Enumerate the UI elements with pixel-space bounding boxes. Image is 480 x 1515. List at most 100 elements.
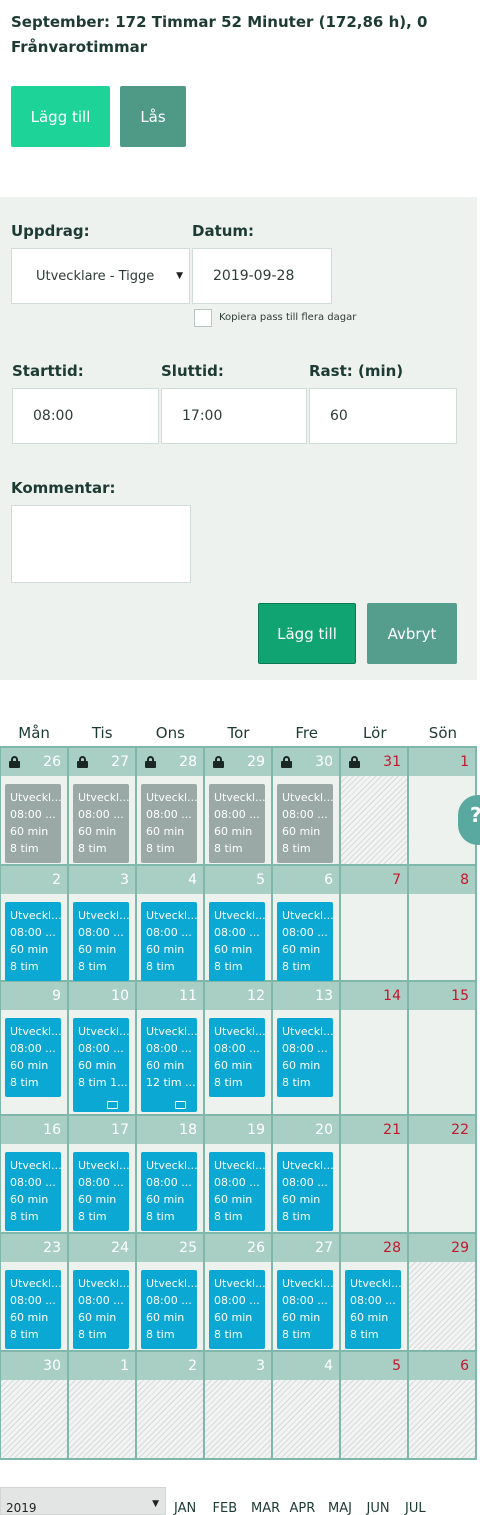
shift-card[interactable]: Utveckl... 08:00 ... 60 min 8 tim [5,1018,61,1097]
calendar-day[interactable]: 22 [409,1116,477,1232]
calendar-day[interactable]: 2 [137,1352,205,1458]
day-number: 13 [315,988,333,1004]
shift-card[interactable]: Utveckl... 08:00 ... 60 min 8 tim [73,1270,129,1349]
calendar-day[interactable]: 24 Utveckl... 08:00 ... 60 min 8 tim [69,1234,137,1350]
calendar-day[interactable]: 28 Utveckl... 08:00 ... 60 min 8 tim [341,1234,409,1350]
calendar-day[interactable]: 18 Utveckl... 08:00 ... 60 min 8 tim [137,1116,205,1232]
add-button[interactable]: Lägg till [11,86,110,147]
calendar-day[interactable]: 31 [341,748,409,864]
calendar-day[interactable]: 30 Utveckl... 08:00 ... 60 min 8 tim [273,748,341,864]
cancel-button[interactable]: Avbryt [367,603,457,664]
calendar-day[interactable]: 6 Utveckl... 08:00 ... 60 min 8 tim [273,866,341,981]
year-select[interactable]: 2019 ▼ [0,1487,166,1515]
shift-card[interactable]: Utveckl... 08:00 ... 60 min 8 tim [209,1152,265,1231]
day-number: 26 [247,1240,265,1256]
calendar-day[interactable]: 26 Utveckl... 08:00 ... 60 min 8 tim [205,1234,273,1350]
start-time-input[interactable]: 08:00 [12,388,159,444]
calendar-day[interactable]: 1 [69,1352,137,1458]
day-number: 6 [324,872,333,888]
calendar-day[interactable]: 28 Utveckl... 08:00 ... 60 min 8 tim [137,748,205,864]
shift-card[interactable]: Utveckl... 08:00 ... 60 min 8 tim [209,1270,265,1349]
shift-card[interactable]: Utveckl... 08:00 ... 60 min 8 tim [209,902,265,981]
calendar-day[interactable]: 21 [341,1116,409,1232]
shift-card[interactable]: Utveckl... 08:00 ... 60 min 8 tim [277,1018,333,1097]
shift-line: 8 tim [78,1328,107,1341]
assignment-select[interactable]: Utvecklare - Tigge ▼ [11,248,190,304]
calendar-day[interactable]: 16 Utveckl... 08:00 ... 60 min 8 tim [1,1116,69,1232]
shift-card[interactable]: Utveckl... 08:00 ... 60 min 8 tim [141,784,197,863]
shift-card[interactable]: Utveckl... 08:00 ... 60 min 8 tim [73,1152,129,1231]
calendar-day[interactable]: 3 [205,1352,273,1458]
calendar-day[interactable]: 25 Utveckl... 08:00 ... 60 min 8 tim [137,1234,205,1350]
month-link[interactable]: MAJ [328,1501,367,1515]
calendar-day[interactable]: 11 Utveckl... 08:00 ... 60 min 12 tim ... [137,982,205,1114]
calendar-day[interactable]: 8 [409,866,477,980]
shift-card[interactable]: Utveckl... 08:00 ... 60 min 8 tim [5,902,61,981]
shift-line: 60 min [146,1193,185,1206]
break-input[interactable]: 60 [309,388,457,444]
month-link[interactable]: APR [290,1501,329,1515]
month-link[interactable]: JAN [174,1501,213,1515]
calendar-day[interactable]: 23 Utveckl... 08:00 ... 60 min 8 tim [1,1234,69,1350]
shift-line: 08:00 ... [78,1176,124,1189]
calendar-day[interactable]: 12 Utveckl... 08:00 ... 60 min 8 tim [205,982,273,1114]
shift-card[interactable]: Utveckl... 08:00 ... 60 min 8 tim [277,902,333,981]
calendar-day[interactable]: 5 Utveckl... 08:00 ... 60 min 8 tim [205,866,273,981]
end-time-input[interactable]: 17:00 [161,388,307,444]
shift-card[interactable]: Utveckl... 08:00 ... 60 min 8 tim [141,902,197,981]
calendar-day[interactable]: 29 [409,1234,477,1350]
month-link[interactable]: MAR [251,1501,290,1515]
calendar-day[interactable]: 29 Utveckl... 08:00 ... 60 min 8 tim [205,748,273,864]
month-link[interactable]: FEB [213,1501,252,1515]
shift-card[interactable]: Utveckl... 08:00 ... 60 min 8 tim [141,1270,197,1349]
shift-card[interactable]: Utveckl... 08:00 ... 60 min 8 tim [141,1152,197,1231]
calendar-day[interactable]: 30 [1,1352,69,1458]
shift-line: 8 tim [146,960,175,973]
month-link[interactable]: JUL [405,1501,444,1515]
day-number: 4 [188,872,197,888]
submit-shift-button[interactable]: Lägg till [258,603,356,664]
calendar-day[interactable]: 2 Utveckl... 08:00 ... 60 min 8 tim [1,866,69,981]
shift-card[interactable]: Utveckl... 08:00 ... 60 min 8 tim [209,1018,265,1097]
calendar-day[interactable]: 4 [273,1352,341,1458]
calendar-day[interactable]: 13 Utveckl... 08:00 ... 60 min 8 tim [273,982,341,1114]
calendar-day[interactable]: 6 [409,1352,477,1458]
calendar-day[interactable]: 26 Utveckl... 08:00 ... 60 min 8 tim [1,748,69,864]
shift-line: 08:00 ... [10,1042,56,1055]
calendar-day[interactable]: 10 Utveckl... 08:00 ... 60 min 8 tim 1... [69,982,137,1114]
shift-card[interactable]: Utveckl... 08:00 ... 60 min 8 tim [73,902,129,981]
calendar-day[interactable]: 4 Utveckl... 08:00 ... 60 min 8 tim [137,866,205,981]
shift-card[interactable]: Utveckl... 08:00 ... 60 min 8 tim [5,1152,61,1231]
shift-card[interactable]: Utveckl... 08:00 ... 60 min 12 tim ... [141,1018,197,1112]
comment-textarea[interactable] [11,505,191,583]
date-input[interactable]: 2019-09-28 [192,248,332,304]
shift-card[interactable]: Utveckl... 08:00 ... 60 min 8 tim [5,784,61,863]
calendar-day[interactable]: 7 [341,866,409,980]
calendar-day[interactable]: 19 Utveckl... 08:00 ... 60 min 8 tim [205,1116,273,1232]
shift-card[interactable]: Utveckl... 08:00 ... 60 min 8 tim 1... [73,1018,129,1112]
shift-card[interactable]: Utveckl... 08:00 ... 60 min 8 tim [5,1270,61,1349]
day-header: 6 [409,1352,475,1380]
calendar-day[interactable]: 14 [341,982,409,1114]
calendar-day[interactable]: 20 Utveckl... 08:00 ... 60 min 8 tim [273,1116,341,1232]
lock-button[interactable]: Lås [120,86,186,147]
calendar-day[interactable]: 17 Utveckl... 08:00 ... 60 min 8 tim [69,1116,137,1232]
copy-shift-checkbox[interactable] [194,309,212,327]
calendar-day[interactable]: 27 Utveckl... 08:00 ... 60 min 8 tim [273,1234,341,1350]
month-link[interactable]: JUN [367,1501,406,1515]
shift-card[interactable]: Utveckl... 08:00 ... 60 min 8 tim [345,1270,401,1349]
shift-card[interactable]: Utveckl... 08:00 ... 60 min 8 tim [277,784,333,863]
shift-card[interactable]: Utveckl... 08:00 ... 60 min 8 tim [277,1152,333,1231]
calendar-day[interactable]: 9 Utveckl... 08:00 ... 60 min 8 tim [1,982,69,1114]
weekday-label: Tis [91,724,113,742]
shift-card[interactable]: Utveckl... 08:00 ... 60 min 8 tim [73,784,129,863]
calendar-day[interactable]: 15 [409,982,477,1114]
shift-line: Utveckl... [78,909,129,922]
calendar-day[interactable]: 5 [341,1352,409,1458]
calendar-day[interactable]: 27 Utveckl... 08:00 ... 60 min 8 tim [69,748,137,864]
copy-shift-label: Kopiera pass till flera dagar [219,312,357,323]
shift-card[interactable]: Utveckl... 08:00 ... 60 min 8 tim [209,784,265,863]
shift-card[interactable]: Utveckl... 08:00 ... 60 min 8 tim [277,1270,333,1349]
calendar-day[interactable]: 3 Utveckl... 08:00 ... 60 min 8 tim [69,866,137,981]
break-label: Rast: (min) [309,362,404,380]
